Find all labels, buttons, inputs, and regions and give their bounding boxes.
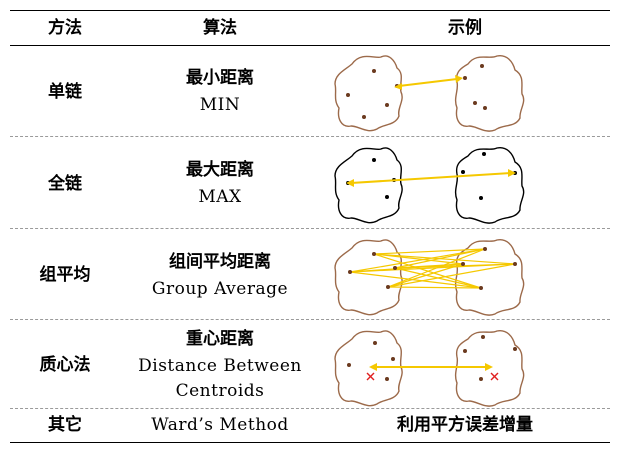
algo-en-max: MAX <box>198 187 242 207</box>
single-link-example <box>334 55 525 132</box>
header-algorithm: 算法 <box>203 18 237 38</box>
algo-en-ward: Ward’s Method <box>151 415 289 435</box>
method-single-link: 单链 <box>48 82 82 102</box>
data-point <box>346 93 350 97</box>
data-point <box>483 247 487 251</box>
header-rule <box>10 45 610 46</box>
max-distance-arrow <box>350 172 512 184</box>
table-top-rule <box>10 10 610 11</box>
data-point <box>372 252 376 256</box>
cluster-blob-right <box>454 239 525 316</box>
data-point <box>463 349 467 353</box>
algo-cn-min: 最小距离 <box>186 68 254 88</box>
data-point <box>479 196 483 200</box>
arrowhead <box>394 83 402 90</box>
data-point <box>482 152 486 156</box>
data-point <box>373 341 377 345</box>
min-distance-arrow <box>398 78 458 87</box>
cluster-blob-left <box>334 330 403 407</box>
data-point <box>480 64 484 68</box>
data-point <box>347 363 351 367</box>
data-point <box>386 285 390 289</box>
data-point <box>481 335 485 339</box>
data-point <box>362 115 366 119</box>
algo-en-group-average: Group Average <box>151 279 289 299</box>
algo-cn-centroid: 重心距离 <box>186 329 254 349</box>
method-other: 其它 <box>48 415 82 435</box>
algo-en-centroid-line1: Distance Between <box>138 356 302 376</box>
data-point <box>479 377 483 381</box>
data-point <box>479 286 483 290</box>
data-point <box>461 262 465 266</box>
comparison-table: 方法 算法 示例 单链 最小距离 MIN 全链 最大距离 MAX 组平均 组间平… <box>0 0 630 453</box>
arrowhead <box>346 179 354 187</box>
algo-en-centroid-line2: Centroids <box>175 381 265 401</box>
data-point <box>348 270 352 274</box>
data-point <box>393 266 397 270</box>
data-point <box>372 69 376 73</box>
method-centroid: 质心法 <box>39 355 91 375</box>
cluster-blob-right <box>454 147 525 224</box>
data-point <box>513 347 517 351</box>
data-point <box>473 101 477 105</box>
data-point <box>385 195 389 199</box>
row-divider <box>10 319 610 320</box>
example-text-ward: 利用平方误差增量 <box>397 415 533 435</box>
data-point <box>483 106 487 110</box>
row-divider <box>10 136 610 137</box>
complete-link-example <box>334 147 525 224</box>
row-divider <box>10 228 610 229</box>
data-point <box>385 377 389 381</box>
header-method: 方法 <box>48 18 82 38</box>
cluster-blob-left <box>334 147 403 224</box>
data-point <box>391 357 395 361</box>
arrowhead <box>485 363 493 371</box>
method-group-average: 组平均 <box>39 265 91 285</box>
method-complete-link: 全链 <box>48 174 82 194</box>
data-point <box>372 158 376 162</box>
group-average-example <box>334 239 525 316</box>
algo-cn-group-average: 组间平均距离 <box>169 252 271 272</box>
cluster-blob-left <box>334 55 403 132</box>
table-bottom-rule <box>10 442 610 443</box>
cluster-blob-right <box>454 55 525 132</box>
arrowhead <box>369 363 377 371</box>
data-point <box>513 262 517 266</box>
header-example: 示例 <box>448 18 482 38</box>
data-point <box>385 103 389 107</box>
centroid-cross-icon <box>366 372 375 381</box>
arrowhead <box>455 75 463 83</box>
centroid-example <box>334 330 525 407</box>
algo-cn-max: 最大距离 <box>186 160 254 180</box>
data-point <box>461 170 465 174</box>
algo-en-min: MIN <box>199 95 241 115</box>
centroid-cross-icon <box>490 372 499 381</box>
data-point <box>463 76 467 80</box>
arrowhead <box>508 169 516 177</box>
